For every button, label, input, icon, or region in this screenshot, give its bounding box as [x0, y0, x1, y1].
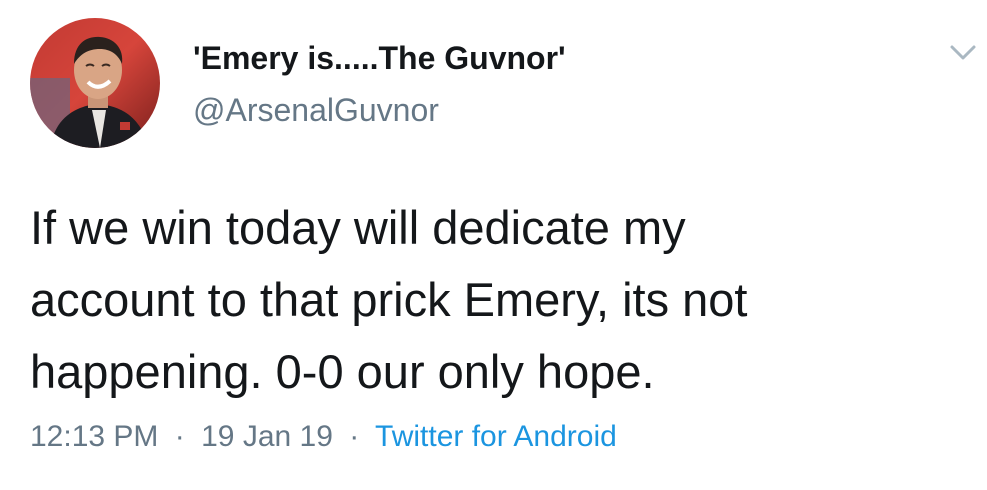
tweet-meta: 12:13 PM · 19 Jan 19 · Twitter for Andro…	[30, 420, 617, 454]
author-handle[interactable]: @ArsenalGuvnor	[193, 92, 439, 129]
avatar[interactable]	[30, 18, 160, 148]
tweet-time[interactable]: 12:13 PM	[30, 420, 158, 453]
author-display-name[interactable]: 'Emery is.....The Guvnor'	[193, 40, 566, 77]
chevron-down-icon[interactable]	[948, 41, 978, 63]
meta-separator: ·	[174, 420, 185, 453]
tweet-text: If we win today will dedicate my account…	[30, 201, 748, 398]
meta-separator: ·	[349, 420, 360, 453]
tweet-date[interactable]: 19 Jan 19	[201, 420, 333, 453]
avatar-image	[30, 18, 160, 148]
tweet-source-link[interactable]: Twitter for Android	[375, 420, 617, 453]
